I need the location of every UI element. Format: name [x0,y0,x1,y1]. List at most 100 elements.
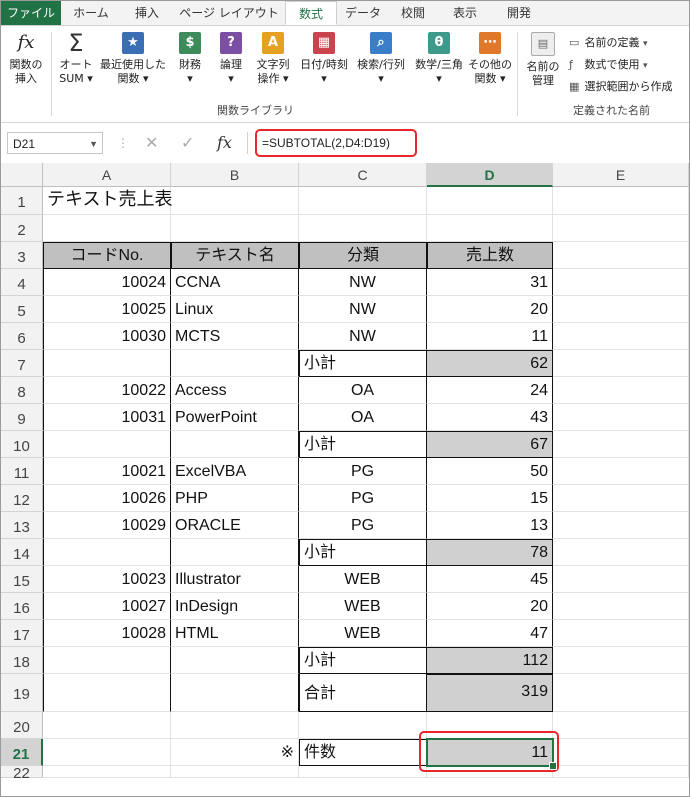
row-header-15[interactable]: 15 [1,566,43,593]
tab-review[interactable]: 校閲 [389,1,437,25]
tab-page-layout[interactable]: ページ レイアウト [175,1,283,25]
formula-input[interactable]: =SUBTOTAL(2,D4:D19) [255,129,417,157]
cell-d17[interactable]: 47 [427,620,553,647]
cell-c14[interactable]: 小計 [299,539,427,566]
cell-a10[interactable] [43,431,171,458]
cell-b15[interactable]: Illustrator [171,566,299,593]
cell-c15[interactable]: WEB [299,566,427,593]
fill-handle[interactable] [549,762,557,770]
row-header-4[interactable]: 4 [1,269,43,296]
cell-e12[interactable] [553,485,689,512]
cell-d14[interactable]: 78 [427,539,553,566]
row-header-2[interactable]: 2 [1,215,43,242]
insert-function-icon[interactable]: fx [217,132,232,154]
cell-e1[interactable] [553,187,689,215]
cell-b20[interactable] [171,712,299,739]
cell-c5[interactable]: NW [299,296,427,323]
column-header-a[interactable]: A [43,163,171,187]
cell-c7[interactable]: 小計 [299,350,427,377]
name-box[interactable]: D21 ▼ [7,132,103,154]
cell-a2[interactable] [43,215,171,242]
cell-e16[interactable] [553,593,689,620]
cell-b4[interactable]: CCNA [171,269,299,296]
cell-e7[interactable] [553,350,689,377]
row-header-5[interactable]: 5 [1,296,43,323]
cell-a15[interactable]: 10023 [43,566,171,593]
cell-a3[interactable]: コードNo. [43,242,171,269]
cell-d13[interactable]: 13 [427,512,553,539]
cell-b11[interactable]: ExcelVBA [171,458,299,485]
date-time-button[interactable]: ▦ 日付/時刻 ▾ [297,32,351,86]
cell-a22[interactable] [43,766,171,778]
cell-c19[interactable]: 合計 [299,674,427,712]
cell-c9[interactable]: OA [299,404,427,431]
cell-e20[interactable] [553,712,689,739]
financial-button[interactable]: $ 財務 ▾ [171,32,209,86]
column-header-c[interactable]: C [299,163,427,187]
cell-e18[interactable] [553,647,689,674]
cell-b22[interactable] [171,766,299,778]
row-header-19[interactable]: 19 [1,674,43,712]
cell-b3[interactable]: テキスト名 [171,242,299,269]
cell-a12[interactable]: 10026 [43,485,171,512]
cell-e4[interactable] [553,269,689,296]
cell-a14[interactable] [43,539,171,566]
row-header-10[interactable]: 10 [1,431,43,458]
cell-b19[interactable] [171,674,299,712]
cell-d16[interactable]: 20 [427,593,553,620]
insert-function-button[interactable]: fx 関数の 挿入 [5,32,47,86]
cell-b9[interactable]: PowerPoint [171,404,299,431]
cell-a7[interactable] [43,350,171,377]
cell-c10[interactable]: 小計 [299,431,427,458]
cell-d11[interactable]: 50 [427,458,553,485]
row-header-21[interactable]: 21 [1,739,43,766]
cell-a19[interactable] [43,674,171,712]
row-header-14[interactable]: 14 [1,539,43,566]
cell-b1[interactable] [171,187,299,215]
cell-b12[interactable]: PHP [171,485,299,512]
cell-b7[interactable] [171,350,299,377]
cell-a20[interactable] [43,712,171,739]
cell-c20[interactable] [299,712,427,739]
cell-a11[interactable]: 10021 [43,458,171,485]
cell-a21[interactable] [43,739,171,766]
cell-d10[interactable]: 67 [427,431,553,458]
cell-a1[interactable]: テキスト売上表 [43,187,172,215]
cell-e9[interactable] [553,404,689,431]
row-header-20[interactable]: 20 [1,712,43,739]
row-header-7[interactable]: 7 [1,350,43,377]
row-header-11[interactable]: 11 [1,458,43,485]
cell-b14[interactable] [171,539,299,566]
cell-a17[interactable]: 10028 [43,620,171,647]
cell-e11[interactable] [553,458,689,485]
cell-e5[interactable] [553,296,689,323]
cell-d2[interactable] [427,215,553,242]
cell-b5[interactable]: Linux [171,296,299,323]
cell-a18[interactable] [43,647,171,674]
cell-a9[interactable]: 10031 [43,404,171,431]
cell-c22[interactable] [299,766,427,778]
cell-a6[interactable]: 10030 [43,323,171,350]
cell-a5[interactable]: 10025 [43,296,171,323]
cell-d12[interactable]: 15 [427,485,553,512]
cell-c4[interactable]: NW [299,269,427,296]
cell-a16[interactable]: 10027 [43,593,171,620]
row-header-16[interactable]: 16 [1,593,43,620]
more-functions-button[interactable]: ⋯ その他の 関数 ▾ [467,32,513,86]
row-header-3[interactable]: 3 [1,242,43,269]
row-header-6[interactable]: 6 [1,323,43,350]
cell-c3[interactable]: 分類 [299,242,427,269]
autosum-button[interactable]: Σ オート SUM ▾ [55,31,97,86]
column-header-e[interactable]: E [553,163,689,187]
cell-e2[interactable] [553,215,689,242]
define-name-button[interactable]: ▭ 名前の定義 ▾ [569,34,648,50]
cell-c17[interactable]: WEB [299,620,427,647]
cell-a4[interactable]: 10024 [43,269,171,296]
cell-d6[interactable]: 11 [427,323,553,350]
row-header-12[interactable]: 12 [1,485,43,512]
cell-c21[interactable]: 件数 [299,739,427,766]
cell-b6[interactable]: MCTS [171,323,299,350]
cell-c2[interactable] [299,215,427,242]
cell-e6[interactable] [553,323,689,350]
cell-c18[interactable]: 小計 [299,647,427,674]
